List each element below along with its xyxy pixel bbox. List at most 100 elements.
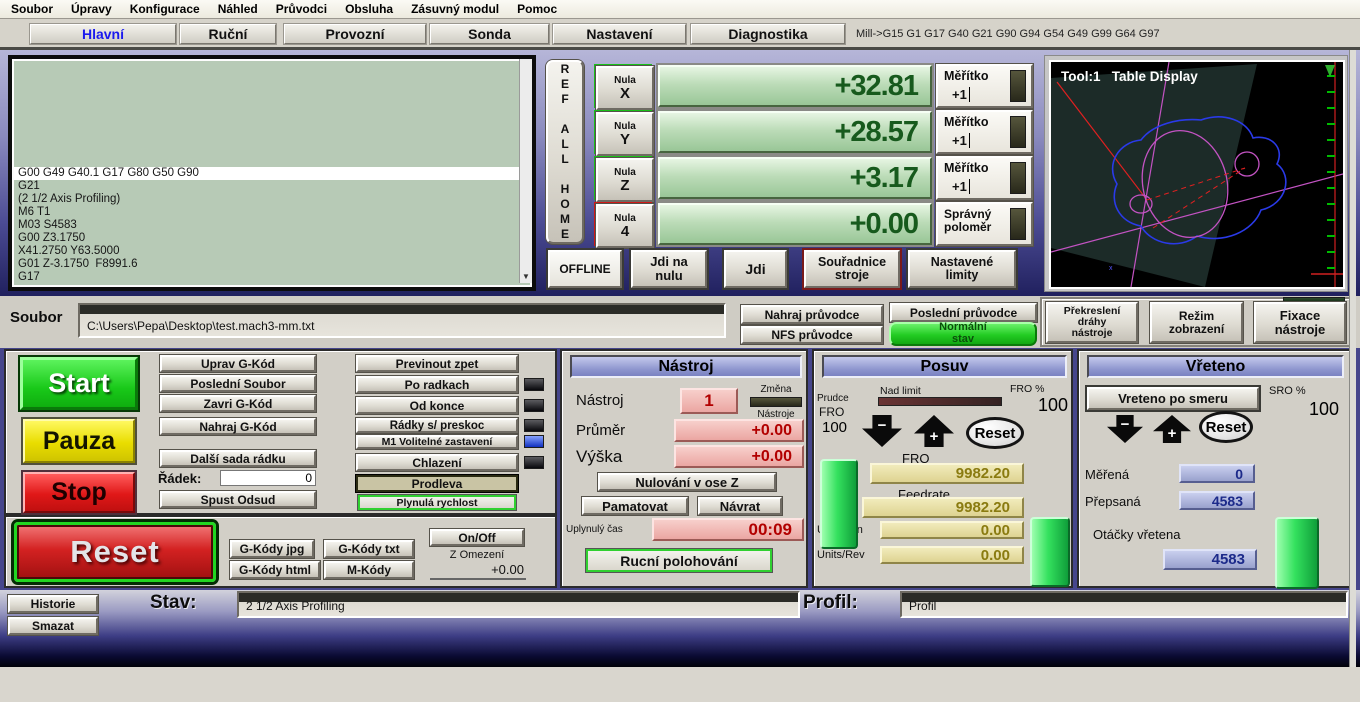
feed-decrease-button[interactable]: − [862, 415, 902, 447]
flood-button[interactable]: Chlazení [356, 454, 518, 471]
z-inhibit-value[interactable]: +0.00 [430, 562, 526, 580]
dwell-indicator[interactable]: Prodleva [356, 475, 518, 492]
tool-number-dro[interactable]: 1 [680, 388, 738, 414]
reset-button[interactable]: Reset [14, 522, 216, 582]
overridden-dro[interactable]: 4583 [1179, 491, 1255, 510]
reverse-run-button[interactable]: Od konce [356, 397, 518, 414]
dro-x[interactable]: +32.81 [658, 65, 932, 107]
feedrate-dro[interactable]: 9982.20 [862, 497, 1024, 518]
dro-4[interactable]: +0.00 [658, 203, 932, 245]
menu-pomoc[interactable]: Pomoc [508, 0, 566, 18]
zero-y-button[interactable]: Nula Y [594, 110, 654, 156]
gcodes-txt-button[interactable]: G-Kódy txt [324, 540, 414, 558]
tab-provozni[interactable]: Provozní [284, 24, 426, 44]
start-button[interactable]: Start [20, 357, 138, 410]
recent-file-button[interactable]: Poslední Soubor [160, 375, 316, 392]
menu-soubor[interactable]: Soubor [2, 0, 62, 18]
zero-4-button[interactable]: Nula 4 [594, 202, 654, 248]
history-button[interactable]: Historie [8, 595, 98, 613]
set-next-line-button[interactable]: Další sada rádku [160, 450, 316, 467]
menu-upravy[interactable]: Úpravy [62, 0, 121, 18]
dro-y[interactable]: +28.57 [658, 111, 932, 153]
line-number-field[interactable]: 0 [220, 470, 316, 486]
menu-obsluha[interactable]: Obsluha [336, 0, 402, 18]
clear-status-button[interactable]: Smazat [8, 617, 98, 635]
scale-z-value[interactable]: +1 [952, 179, 970, 194]
pause-button[interactable]: Pauza [23, 419, 135, 463]
flood-led [524, 456, 544, 469]
machine-coords-button[interactable]: Souřadnice stroje [804, 250, 900, 288]
spindle-decrease-button[interactable]: − [1107, 415, 1143, 443]
dro-z[interactable]: +3.17 [658, 157, 932, 199]
tab-rucni[interactable]: Ruční [180, 24, 276, 44]
cv-mode-indicator[interactable]: Plynulá rychlost [358, 495, 516, 510]
close-gcode-button[interactable]: Zavri G-Kód [160, 395, 316, 412]
single-block-button[interactable]: Po radkach [356, 376, 518, 393]
touch-z-button[interactable]: Nulování v ose Z [598, 473, 776, 491]
spindle-rpm-dro[interactable]: 4583 [1163, 549, 1257, 570]
scale-x-value[interactable]: +1 [952, 87, 970, 102]
file-path-field[interactable]: C:\Users\Pepa\Desktop\test.mach3-mm.txt [78, 303, 726, 338]
stop-button[interactable]: Stop [23, 472, 135, 513]
feed-reset-button[interactable]: Reset [966, 417, 1024, 449]
z-inhibit-onoff-button[interactable]: On/Off [430, 529, 524, 546]
gcode-line: G01 Z-3.1750 F8991.6 [18, 258, 138, 270]
menu-konfigurace[interactable]: Konfigurace [121, 0, 209, 18]
feed-increase-button[interactable]: + [914, 415, 954, 447]
remember-button[interactable]: Pamatovat [582, 497, 688, 515]
jog-toggle-button[interactable]: Rucní polohování [586, 549, 772, 572]
goto-button[interactable]: Jdi [724, 250, 787, 288]
toolpath-display[interactable]: x Tool:1 Table Display [1044, 55, 1348, 292]
load-gcode-button[interactable]: Nahraj G-Kód [160, 418, 316, 435]
fro-dro[interactable]: 9982.20 [870, 463, 1024, 484]
scroll-down-icon[interactable]: ▼ [520, 270, 532, 283]
tool-change-led[interactable] [750, 397, 802, 407]
scale-z-button[interactable]: Měřítko +1 [936, 156, 1033, 200]
edit-gcode-button[interactable]: Uprav G-Kód [160, 355, 316, 372]
scale-x-button[interactable]: Měřítko +1 [936, 64, 1033, 108]
gcode-scrollbar[interactable]: ▼ [519, 59, 532, 283]
tool-dia-dro[interactable]: +0.00 [674, 419, 804, 442]
spindle-reset-button[interactable]: Reset [1199, 411, 1253, 443]
toolpath-canvas: x [1051, 62, 1343, 287]
last-wizard-button[interactable]: Poslední průvodce [890, 303, 1037, 322]
z-ruler-ticks [1327, 75, 1335, 269]
tab-sonda[interactable]: Sonda [430, 24, 549, 44]
tab-hlavni[interactable]: Hlavní [30, 24, 176, 44]
ref-all-home-button[interactable]: R E F A L L H O M E [546, 60, 584, 244]
rapid-override-slider[interactable] [1030, 517, 1070, 587]
tab-nastaveni[interactable]: Nastavení [553, 24, 686, 44]
radius-correct-button[interactable]: Správný poloměr [936, 202, 1033, 246]
spindle-increase-button[interactable]: + [1153, 415, 1191, 443]
nfs-wizard-button[interactable]: NFS průvodce [741, 326, 883, 344]
feed-override-slider[interactable] [820, 459, 858, 549]
return-button[interactable]: Návrat [698, 497, 782, 515]
menu-pruvodci[interactable]: Průvodci [267, 0, 336, 18]
scale-y-value[interactable]: +1 [952, 133, 970, 148]
load-wizard-button[interactable]: Nahraj průvodce [741, 305, 883, 324]
goto-zero-button[interactable]: Jdi na nulu [631, 250, 707, 288]
spindle-override-slider[interactable] [1275, 517, 1319, 589]
gcodes-html-button[interactable]: G-Kódy html [230, 561, 320, 579]
block-delete-button[interactable]: Rádky s/ preskoc [356, 418, 518, 433]
tool-fix-button[interactable]: Fixace nástroje [1254, 302, 1346, 343]
menu-zasuvny-modul[interactable]: Zásuvný modul [402, 0, 508, 18]
zero-z-button[interactable]: Nula Z [594, 156, 654, 202]
spindle-cw-button[interactable]: Vreteno po smeru [1087, 387, 1259, 410]
tab-diagnostika[interactable]: Diagnostika [691, 24, 845, 44]
wizard-state-indicator[interactable]: Normální stav [889, 322, 1037, 346]
gcodes-jpg-button[interactable]: G-Kódy jpg [230, 540, 314, 558]
zero-x-button[interactable]: Nula X [594, 64, 654, 110]
gcode-list[interactable]: G00 G49 G40.1 G17 G80 G50 G90 G21 (2 1/2… [8, 55, 536, 291]
soft-limits-button[interactable]: Nastavené limity [908, 250, 1016, 288]
offline-button[interactable]: OFFLINE [548, 250, 622, 288]
tool-height-dro[interactable]: +0.00 [674, 445, 804, 468]
scale-y-button[interactable]: Měřítko +1 [936, 110, 1033, 154]
run-from-here-button[interactable]: Spust Odsud [160, 491, 316, 508]
rewind-button[interactable]: Previnout zpet [356, 355, 518, 372]
regen-toolpath-button[interactable]: Překreslení dráhy nástroje [1046, 302, 1138, 343]
mcodes-button[interactable]: M-Kódy [324, 561, 414, 579]
m1-optional-stop-button[interactable]: M1 Volitelné zastavení [356, 435, 518, 449]
display-mode-button[interactable]: Režim zobrazení [1150, 302, 1243, 343]
menu-nahled[interactable]: Náhled [209, 0, 267, 18]
